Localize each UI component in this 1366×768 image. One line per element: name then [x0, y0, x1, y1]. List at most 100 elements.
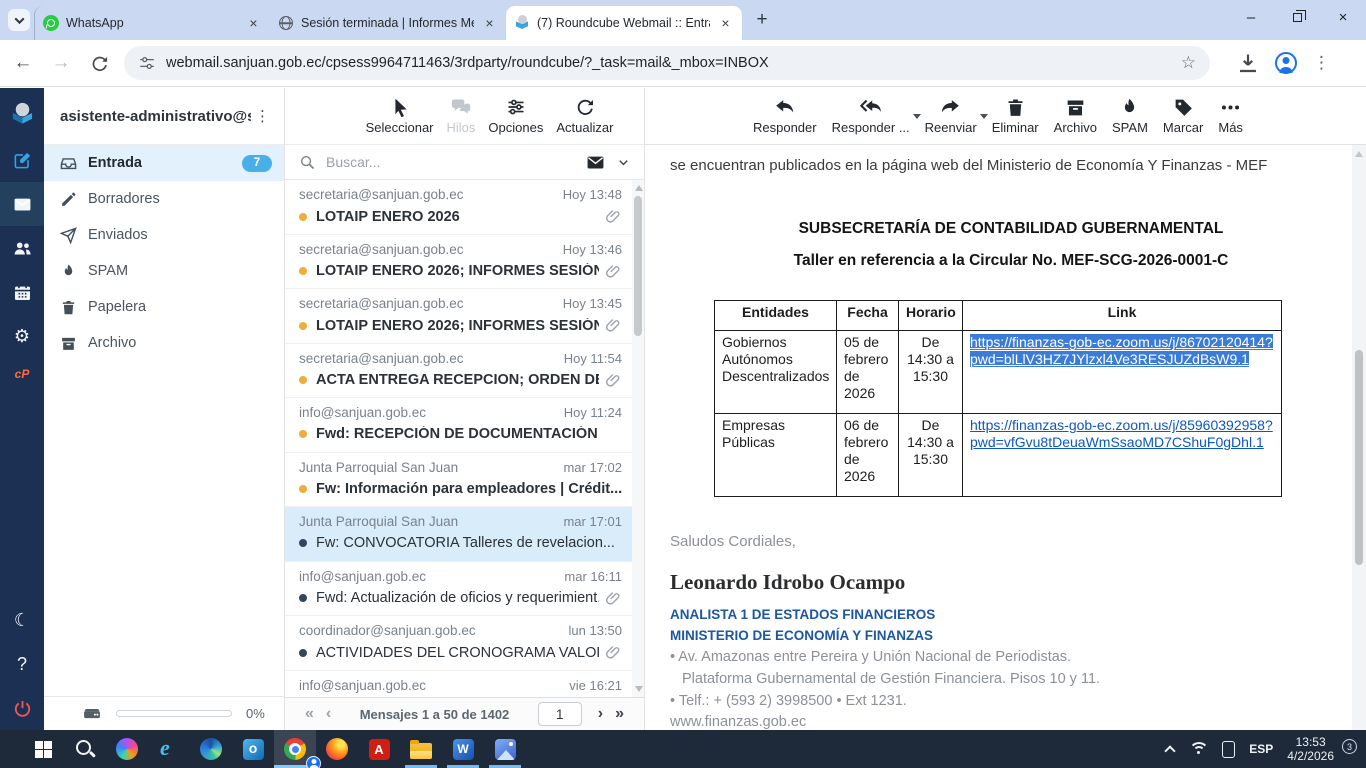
message-toolbar-button[interactable]: Responder: [753, 97, 817, 135]
scrollbar-thumb[interactable]: [1355, 350, 1363, 565]
browser-tab[interactable]: (7) Roundcube Webmail :: Entra ×: [506, 6, 742, 40]
list-toolbar-button[interactable]: Actualizar: [556, 97, 613, 135]
scroll-up-arrow[interactable]: [635, 185, 643, 191]
profile-avatar[interactable]: [1275, 52, 1297, 74]
cpanel-icon[interactable]: cP: [15, 358, 30, 390]
compose-button[interactable]: [0, 138, 44, 182]
message-row[interactable]: Junta Parroquial San Juan mar 17:01 Fw: …: [285, 507, 632, 562]
last-page-button[interactable]: »: [609, 705, 630, 723]
message-row[interactable]: secretaria@sanjuan.gob.ec Hoy 13:48 LOTA…: [285, 180, 632, 235]
folder-item[interactable]: Enviados: [44, 217, 284, 253]
language-indicator[interactable]: ESP: [1249, 742, 1273, 756]
taskbar-app-button[interactable]: [22, 730, 64, 768]
hidden-icons-chevron[interactable]: [1165, 745, 1176, 756]
message-row[interactable]: info@sanjuan.gob.ec vie 16:21: [285, 671, 632, 698]
taskbar-app-button[interactable]: [232, 730, 274, 768]
clock[interactable]: 13:53 4/2/2026: [1287, 735, 1334, 763]
message-toolbar-button[interactable]: Archivo: [1054, 97, 1097, 135]
dropdown-chevron-icon[interactable]: [980, 114, 988, 123]
message-row[interactable]: info@sanjuan.gob.ec mar 16:11 Fwd: Actua…: [285, 562, 632, 617]
dark-mode-moon-icon[interactable]: ☾: [0, 598, 44, 642]
mail-nav-button[interactable]: [0, 182, 44, 226]
forward-button[interactable]: →: [46, 48, 76, 78]
zoom-link[interactable]: https://finanzas-gob-ec.zoom.us/j/859603…: [970, 417, 1273, 450]
taskbar-app-button[interactable]: [400, 730, 442, 768]
message-toolbar-button[interactable]: Marcar: [1163, 97, 1203, 135]
message-row[interactable]: info@sanjuan.gob.ec Hoy 11:24 Fwd: RECEP…: [285, 398, 632, 453]
calendar-nav-button[interactable]: [0, 270, 44, 314]
address-bar[interactable]: webmail.sanjuan.gob.ec/cpsess9964711463/…: [124, 46, 1210, 80]
read-status-dot[interactable]: [299, 430, 307, 438]
first-page-button[interactable]: «: [299, 705, 320, 723]
folder-item[interactable]: SPAM: [44, 253, 284, 289]
list-scrollbar[interactable]: [632, 180, 644, 697]
taskbar-app-button[interactable]: [64, 730, 106, 768]
message-toolbar-button[interactable]: SPAM: [1112, 97, 1148, 135]
site-settings-icon[interactable]: [138, 54, 156, 72]
list-toolbar-button[interactable]: Seleccionar: [366, 97, 434, 135]
search-options-chevron-icon[interactable]: [617, 156, 630, 169]
page-number-input[interactable]: [538, 702, 582, 726]
read-status-dot[interactable]: [299, 267, 307, 275]
message-toolbar-button[interactable]: Responder ...: [832, 97, 910, 135]
read-status-dot[interactable]: [299, 322, 307, 330]
downloads-button[interactable]: [1236, 51, 1260, 75]
tab-search-button[interactable]: [8, 9, 30, 31]
tab-close-icon[interactable]: ×: [245, 15, 262, 32]
browser-menu-icon[interactable]: ⋮: [1313, 53, 1330, 73]
read-status-dot[interactable]: [299, 376, 307, 384]
scroll-up-arrow[interactable]: [1355, 151, 1363, 157]
search-input[interactable]: [326, 154, 586, 170]
settings-gear-icon[interactable]: ⚙: [0, 314, 44, 358]
browser-tab[interactable]: WhatsApp ×: [34, 6, 270, 40]
tab-close-icon[interactable]: ×: [481, 15, 498, 32]
message-row[interactable]: Junta Parroquial San Juan mar 17:02 Fw: …: [285, 453, 632, 508]
prev-page-button[interactable]: ‹: [320, 705, 337, 723]
folder-item[interactable]: Entrada 7: [44, 145, 284, 181]
message-row[interactable]: coordinador@sanjuan.gob.ec lun 13:50 ACT…: [285, 616, 632, 671]
url-text[interactable]: webmail.sanjuan.gob.ec/cpsess9964711463/…: [166, 55, 1173, 71]
taskbar-app-button[interactable]: [190, 730, 232, 768]
tab-close-icon[interactable]: ×: [717, 15, 734, 32]
taskbar-app-button[interactable]: [484, 730, 526, 768]
taskbar-app-button[interactable]: [358, 730, 400, 768]
contacts-nav-button[interactable]: [0, 226, 44, 270]
wifi-icon[interactable]: [1188, 742, 1208, 756]
message-row[interactable]: secretaria@sanjuan.gob.ec Hoy 13:45 LOTA…: [285, 289, 632, 344]
zoom-link[interactable]: https://finanzas-gob-ec.zoom.us/j/867021…: [970, 334, 1273, 367]
window-minimize-button[interactable]: –: [1228, 0, 1274, 34]
phone-link-icon[interactable]: [1222, 741, 1235, 758]
read-status-dot[interactable]: [299, 594, 307, 602]
bookmark-star-icon[interactable]: ☆: [1181, 53, 1196, 73]
next-page-button[interactable]: ›: [592, 705, 609, 723]
message-toolbar-button[interactable]: Reenviar: [925, 97, 977, 135]
folder-item[interactable]: Papelera: [44, 289, 284, 325]
logout-power-button[interactable]: [0, 686, 44, 730]
back-button[interactable]: ←: [8, 48, 38, 78]
dropdown-chevron-icon[interactable]: [913, 114, 921, 123]
taskbar-app-button[interactable]: [316, 730, 358, 768]
help-button[interactable]: ?: [0, 642, 44, 686]
content-scrollbar[interactable]: [1352, 145, 1366, 730]
folder-item[interactable]: Borradores: [44, 181, 284, 217]
window-close-button[interactable]: ×: [1320, 0, 1366, 34]
read-status-dot[interactable]: [299, 539, 307, 547]
scroll-down-arrow[interactable]: [635, 686, 643, 692]
list-toolbar-button[interactable]: Opciones: [488, 97, 543, 135]
taskbar-app-button[interactable]: [274, 730, 316, 768]
taskbar-app-button[interactable]: [148, 730, 190, 768]
read-status-dot[interactable]: [299, 485, 307, 493]
message-row[interactable]: secretaria@sanjuan.gob.ec Hoy 11:54 ACTA…: [285, 344, 632, 399]
message-toolbar-button[interactable]: Eliminar: [992, 97, 1039, 135]
scrollbar-thumb[interactable]: [634, 196, 642, 336]
reload-button[interactable]: [84, 48, 114, 78]
taskbar-app-button[interactable]: [106, 730, 148, 768]
window-restore-button[interactable]: [1274, 0, 1320, 34]
taskbar-app-button[interactable]: [442, 730, 484, 768]
read-status-dot[interactable]: [299, 213, 307, 221]
list-toolbar-button[interactable]: Hilos: [447, 97, 476, 135]
search-scope-envelope-icon[interactable]: [586, 153, 605, 172]
message-row[interactable]: secretaria@sanjuan.gob.ec Hoy 13:46 LOTA…: [285, 235, 632, 290]
message-toolbar-button[interactable]: Más: [1218, 97, 1243, 135]
browser-tab[interactable]: Sesión terminada | Informes Me ×: [270, 6, 506, 40]
